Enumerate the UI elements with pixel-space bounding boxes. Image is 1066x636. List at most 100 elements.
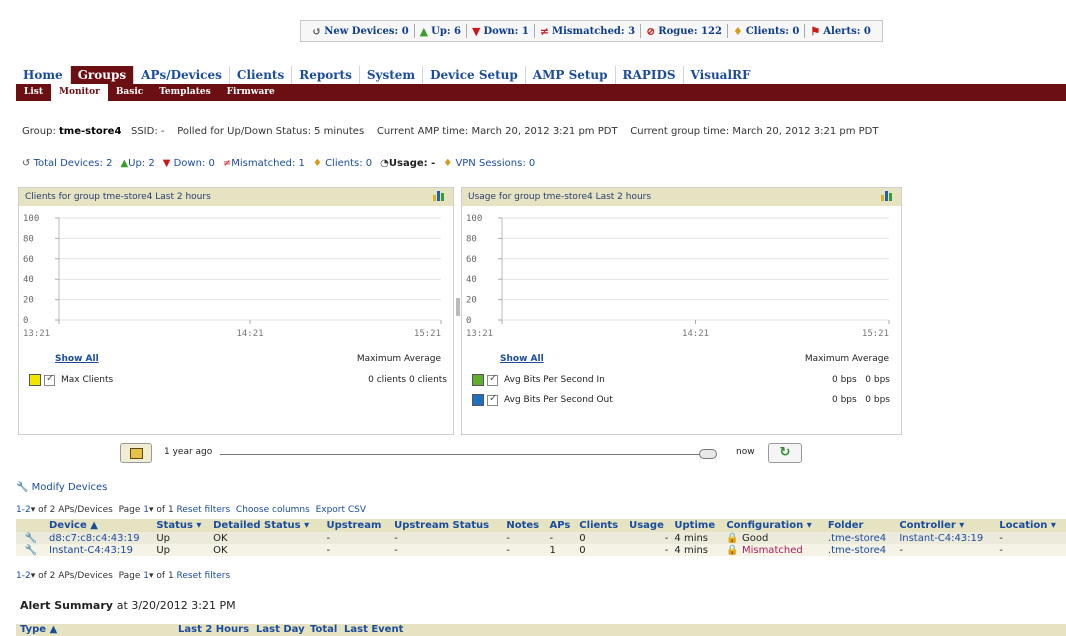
usage-show-all-link[interactable]: Show All bbox=[500, 354, 544, 364]
subtab-monitor[interactable]: Monitor bbox=[50, 84, 108, 101]
up-arrow-icon: ▲ bbox=[419, 24, 429, 38]
status-new-devices[interactable]: ↺ New Devices: 0 bbox=[307, 25, 414, 38]
legend-checkbox[interactable] bbox=[487, 393, 498, 406]
calendar-icon bbox=[130, 448, 143, 459]
group-name: tme-store4 bbox=[59, 126, 122, 137]
col-uptime[interactable]: Uptime bbox=[671, 519, 724, 532]
group-label: Group: bbox=[22, 126, 56, 137]
summary-total[interactable]: ↺ Total Devices: 2 bbox=[22, 158, 112, 169]
clients-chart: 0 20 40 60 80 100 13:21 14:21 15:21 bbox=[23, 214, 442, 339]
col-configuration[interactable]: Configuration ▾ bbox=[723, 519, 825, 532]
col-type[interactable]: Type ▲ bbox=[20, 624, 57, 635]
alert-table-header: Type ▲ Last 2 Hours Last Day Total Last … bbox=[16, 624, 1066, 636]
subtab-list[interactable]: List bbox=[16, 84, 51, 101]
col-clients[interactable]: Clients bbox=[576, 519, 627, 532]
device-link[interactable]: Instant-C4:43:19 bbox=[46, 544, 154, 556]
modify-devices-link[interactable]: 🔧 Modify Devices bbox=[16, 482, 107, 493]
legend-checkbox[interactable] bbox=[487, 373, 498, 386]
col-last-day[interactable]: Last Day bbox=[256, 624, 305, 635]
calendar-button[interactable] bbox=[120, 443, 152, 463]
table-row: 🔧 d8:c7:c8:c4:43:19 Up OK - - - - 0 - 4 … bbox=[16, 532, 1066, 544]
col-notes[interactable]: Notes bbox=[503, 519, 547, 532]
col-upstream-status[interactable]: Upstream Status bbox=[391, 519, 504, 532]
y-tick-label: 0 bbox=[23, 316, 28, 326]
summary-clients[interactable]: ♦ Clients: 0 bbox=[313, 158, 372, 169]
status-down[interactable]: ▼ Down: 1 bbox=[467, 25, 534, 38]
lock-icon: 🔒 bbox=[726, 544, 739, 556]
legend-label: Max Clients bbox=[61, 375, 114, 385]
col-status[interactable]: Status ▾ bbox=[153, 519, 211, 532]
page-dropdown-icon[interactable]: ▾ bbox=[149, 571, 154, 581]
subtab-templates[interactable]: Templates bbox=[151, 84, 218, 101]
col-folder[interactable]: Folder bbox=[824, 519, 897, 532]
tab-home[interactable]: Home bbox=[16, 66, 71, 84]
wrench-icon[interactable]: 🔧 bbox=[16, 532, 46, 544]
legend-swatch bbox=[29, 374, 41, 386]
status-alerts[interactable]: ⚑ Alerts: 0 bbox=[805, 25, 875, 38]
pager-top: 1-2▾ of 2 APs/Devices Page 1▾ of 1 Reset… bbox=[16, 505, 367, 515]
summary-mismatched[interactable]: ≠Mismatched: 1 bbox=[223, 158, 305, 169]
col-controller[interactable]: Controller ▾ bbox=[896, 519, 997, 532]
tab-system[interactable]: System bbox=[360, 66, 424, 84]
reset-filters-link[interactable]: Reset filters bbox=[177, 505, 231, 515]
export-csv-link[interactable]: Export CSV bbox=[316, 505, 366, 515]
usage-icon: ◔ bbox=[380, 158, 389, 169]
polled-status: Polled for Up/Down Status: 5 minutes bbox=[177, 126, 365, 137]
legend-avg: 0 bps bbox=[865, 395, 890, 405]
tab-device-setup[interactable]: Device Setup bbox=[423, 66, 526, 84]
tab-visualrf[interactable]: VisualRF bbox=[684, 66, 758, 84]
subtab-firmware[interactable]: Firmware bbox=[219, 84, 283, 101]
legend-avg: 0 clients bbox=[409, 375, 447, 385]
alert-flag-icon: ⚑ bbox=[810, 24, 821, 38]
col-last-2-hours[interactable]: Last 2 Hours bbox=[178, 624, 249, 635]
table-header-row: Device ▲ Status ▾ Detailed Status ▾ Upst… bbox=[16, 519, 1066, 532]
status-rogue[interactable]: ⊘ Rogue: 122 bbox=[641, 25, 727, 38]
tab-amp-setup[interactable]: AMP Setup bbox=[526, 66, 616, 84]
y-tick-label: 100 bbox=[466, 214, 482, 224]
status-up[interactable]: ▲ Up: 6 bbox=[415, 25, 466, 38]
x-tick-label: 15:21 bbox=[862, 329, 889, 339]
tab-clients[interactable]: Clients bbox=[230, 66, 293, 84]
legend-checkbox[interactable] bbox=[44, 373, 55, 386]
panel-splitter[interactable] bbox=[456, 298, 460, 316]
legend-max: 0 clients bbox=[368, 375, 407, 385]
range-dropdown-icon[interactable]: ▾ bbox=[31, 571, 36, 581]
refresh-button[interactable]: ↻ bbox=[768, 443, 802, 463]
y-tick-label: 80 bbox=[466, 234, 477, 244]
col-last-event[interactable]: Last Event bbox=[344, 624, 403, 635]
device-link[interactable]: d8:c7:c8:c4:43:19 bbox=[46, 532, 154, 544]
bar-chart-icon[interactable] bbox=[433, 191, 445, 202]
slider-handle[interactable] bbox=[699, 449, 717, 459]
col-usage[interactable]: Usage bbox=[626, 519, 672, 532]
tab-reports[interactable]: Reports bbox=[292, 66, 360, 84]
rogue-icon: ⊘ bbox=[646, 24, 656, 38]
reset-filters-link[interactable]: Reset filters bbox=[177, 571, 231, 581]
bar-chart-icon[interactable] bbox=[881, 191, 893, 202]
choose-columns-link[interactable]: Choose columns bbox=[236, 505, 310, 515]
col-location[interactable]: Location ▾ bbox=[996, 519, 1066, 532]
col-device[interactable]: Device ▲ bbox=[46, 519, 154, 532]
summary-down[interactable]: ▼ Down: 0 bbox=[163, 158, 215, 169]
clients-legend-headers: Maximum Average bbox=[356, 354, 441, 364]
clients-show-all-link[interactable]: Show All bbox=[55, 354, 99, 364]
page-dropdown-icon[interactable]: ▾ bbox=[149, 505, 154, 515]
slider-track[interactable] bbox=[220, 454, 705, 455]
usage-chart: 0 20 40 60 80 100 13:21 14:21 15:21 bbox=[466, 214, 890, 339]
tab-aps-devices[interactable]: APs/Devices bbox=[134, 66, 230, 84]
tab-rapids[interactable]: RAPIDS bbox=[616, 66, 684, 84]
tab-groups[interactable]: Groups bbox=[70, 66, 135, 84]
y-tick-label: 80 bbox=[23, 234, 34, 244]
col-total[interactable]: Total bbox=[310, 624, 337, 635]
col-detailed-status[interactable]: Detailed Status ▾ bbox=[210, 519, 324, 532]
col-upstream[interactable]: Upstream bbox=[323, 519, 392, 532]
col-aps[interactable]: APs bbox=[546, 519, 577, 532]
subtab-basic[interactable]: Basic bbox=[108, 84, 151, 101]
summary-vpn[interactable]: ♦ VPN Sessions: 0 bbox=[443, 158, 535, 169]
x-tick-label: 15:21 bbox=[414, 329, 441, 339]
status-clients[interactable]: ♦ Clients: 0 bbox=[728, 25, 804, 38]
summary-up[interactable]: ▲Up: 2 bbox=[120, 158, 154, 169]
clients-chart-header: Clients for group tme-store4 Last 2 hour… bbox=[19, 188, 453, 206]
range-dropdown-icon[interactable]: ▾ bbox=[31, 505, 36, 515]
wrench-icon[interactable]: 🔧 bbox=[16, 544, 46, 556]
status-mismatched[interactable]: ≠ Mismatched: 3 bbox=[535, 25, 640, 38]
